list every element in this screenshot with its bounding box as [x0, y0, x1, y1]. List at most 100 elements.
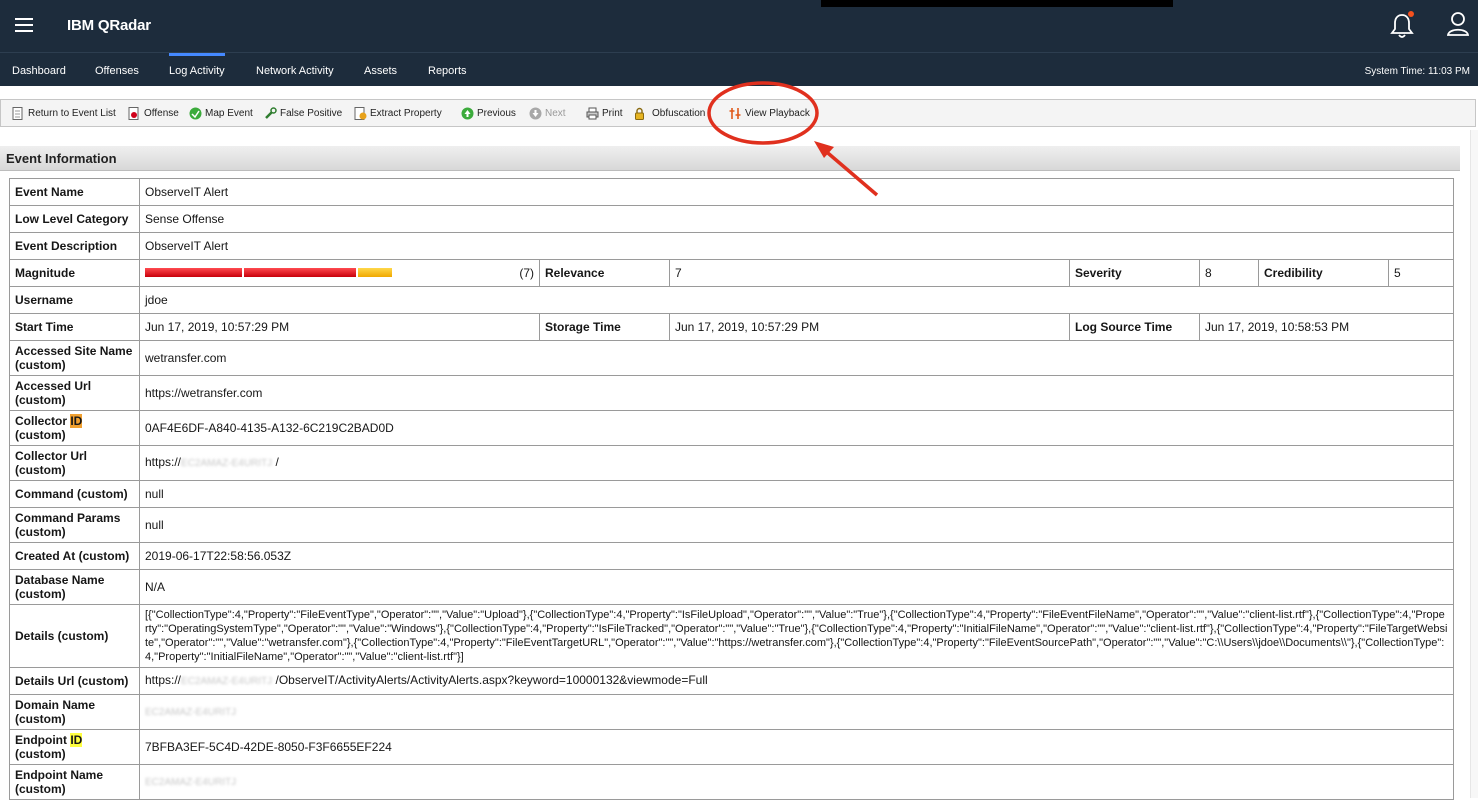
table-row: Start Time Jun 17, 2019, 10:57:29 PM Sto… — [9, 313, 1455, 341]
return-to-event-list-button[interactable]: Return to Event List — [12, 107, 116, 120]
collector-id-label-custom: (custom) — [15, 428, 66, 442]
user-profile-icon[interactable] — [1446, 10, 1470, 38]
offense-button[interactable]: Offense — [128, 107, 179, 120]
command-params-value: null — [138, 507, 1455, 543]
offense-label: Offense — [144, 108, 179, 119]
command-params-label: Command Params (custom) — [9, 507, 140, 543]
obfuscation-button[interactable]: Obfuscation — [633, 107, 705, 120]
collector-id-label: Collector ID (custom) — [9, 410, 140, 446]
collector-url-suffix: / — [272, 455, 279, 469]
playback-icon — [729, 107, 742, 120]
event-information-table: Event Name ObserveIT Alert Low Level Cat… — [9, 178, 1455, 800]
collector-url-label: Collector Url (custom) — [9, 445, 140, 481]
table-row: Low Level Category Sense Offense — [9, 205, 1455, 233]
false-positive-label: False Positive — [280, 108, 343, 119]
tab-reports[interactable]: Reports — [428, 65, 467, 77]
tab-assets[interactable]: Assets — [364, 65, 397, 77]
system-time: System Time: 11:03 PM — [1364, 66, 1470, 77]
arrow-down-icon — [529, 107, 542, 120]
accessed-url-label: Accessed Url (custom) — [9, 375, 140, 411]
map-event-icon — [189, 107, 202, 120]
wrench-icon — [264, 107, 277, 120]
table-row: Domain Name (custom) EC2AMAZ-E4URITJ — [9, 694, 1455, 730]
extract-property-button[interactable]: Extract Property — [354, 107, 442, 120]
domain-name-label: Domain Name (custom) — [9, 694, 140, 730]
database-name-value: N/A — [138, 569, 1455, 605]
table-row: Event Description ObserveIT Alert — [9, 232, 1455, 260]
previous-label: Previous — [477, 108, 516, 119]
endpoint-id-label-text: Endpoint — [15, 733, 71, 747]
details-url-cell: https://EC2AMAZ-E4URITJ /ObserveIT/Activ… — [138, 667, 1455, 695]
relevance-value: 7 — [669, 259, 1070, 287]
notifications-bell-icon[interactable] — [1390, 10, 1416, 40]
lock-icon — [633, 107, 646, 120]
details-url-suffix: /ObserveIT/ActivityAlerts/ActivityAlerts… — [272, 673, 708, 687]
created-at-value: 2019-06-17T22:58:56.053Z — [138, 542, 1455, 570]
magnitude-label: Magnitude — [9, 259, 140, 287]
app-title: IBM QRadar — [67, 17, 151, 34]
event-information-header: Event Information — [0, 146, 1460, 171]
event-description-label: Event Description — [9, 232, 140, 260]
endpoint-name-value: EC2AMAZ-E4URITJ — [138, 764, 1455, 800]
table-row: Created At (custom) 2019-06-17T22:58:56.… — [9, 542, 1455, 570]
vertical-scrollbar[interactable] — [1470, 130, 1478, 798]
event-description-value: ObserveIT Alert — [138, 232, 1455, 260]
created-at-label: Created At (custom) — [9, 542, 140, 570]
domain-name-value: EC2AMAZ-E4URITJ — [138, 694, 1455, 730]
table-row: Collector ID (custom) 0AF4E6DF-A840-4135-… — [9, 410, 1455, 446]
map-event-button[interactable]: Map Event — [189, 107, 253, 120]
redacted-host: EC2AMAZ-E4URITJ — [145, 777, 237, 788]
search-highlight: ID — [70, 414, 83, 428]
next-label: Next — [545, 108, 566, 119]
table-row: Username jdoe — [9, 286, 1455, 314]
tab-network-activity[interactable]: Network Activity — [256, 65, 334, 77]
offense-icon — [128, 107, 141, 120]
details-label: Details (custom) — [9, 604, 140, 668]
details-url-label: Details Url (custom) — [9, 667, 140, 695]
tab-log-activity[interactable]: Log Activity — [169, 53, 225, 77]
map-event-label: Map Event — [205, 108, 253, 119]
obfuscation-label: Obfuscation — [652, 108, 706, 119]
table-row: Endpoint Name (custom) EC2AMAZ-E4URITJ — [9, 764, 1455, 800]
credibility-value: 5 — [1387, 259, 1455, 287]
print-label: Print — [602, 108, 623, 119]
low-level-category-value: Sense Offense — [138, 205, 1455, 233]
section-title: Event Information — [6, 151, 117, 166]
document-icon — [12, 107, 25, 120]
previous-button[interactable]: Previous — [461, 107, 516, 120]
tab-offenses[interactable]: Offenses — [95, 65, 139, 77]
false-positive-button[interactable]: False Positive — [264, 107, 342, 120]
search-highlight: ID — [70, 733, 83, 747]
command-label: Command (custom) — [9, 480, 140, 508]
severity-label: Severity — [1069, 259, 1200, 287]
table-row: Event Name ObserveIT Alert — [9, 178, 1455, 206]
relevance-label: Relevance — [539, 259, 670, 287]
next-button[interactable]: Next — [529, 107, 566, 120]
accessed-url-value: https://wetransfer.com — [138, 375, 1455, 411]
view-playback-label: View Playback — [745, 108, 810, 119]
table-row: Database Name (custom) N/A — [9, 569, 1455, 605]
endpoint-name-label: Endpoint Name (custom) — [9, 764, 140, 800]
view-playback-button[interactable]: View Playback — [729, 107, 810, 120]
collector-url-cell: https://EC2AMAZ-E4URITJ / — [138, 445, 1455, 481]
command-value: null — [138, 480, 1455, 508]
table-row: Endpoint ID (custom) 7BFBA3EF-5C4D-42DE-8… — [9, 729, 1455, 765]
magnitude-bar-segment — [145, 268, 242, 277]
collector-id-value: 0AF4E6DF-A840-4135-A132-6C219C2BAD0D — [138, 410, 1455, 446]
collector-id-label-text: Collector — [15, 414, 71, 428]
event-name-value: ObserveIT Alert — [138, 178, 1455, 206]
print-button[interactable]: Print — [586, 107, 623, 120]
endpoint-id-value: 7BFBA3EF-5C4D-42DE-8050-F3F6655EF224 — [138, 729, 1455, 765]
redacted-host: EC2AMAZ-E4URITJ — [145, 707, 237, 718]
username-label: Username — [9, 286, 140, 314]
main-nav: Dashboard Offenses Log Activity Network … — [0, 52, 1478, 86]
tab-dashboard[interactable]: Dashboard — [12, 65, 66, 77]
magnitude-value: (7) — [519, 266, 534, 280]
table-row: Command (custom) null — [9, 480, 1455, 508]
hamburger-menu-icon[interactable] — [15, 18, 33, 32]
event-toolbar: Return to Event List Offense Map Event F… — [0, 99, 1476, 127]
table-row: Details Url (custom) https://EC2AMAZ-E4U… — [9, 667, 1455, 695]
table-row: Accessed Site Name (custom) wetransfer.c… — [9, 340, 1455, 376]
table-row: Accessed Url (custom) https://wetransfer… — [9, 375, 1455, 411]
magnitude-bar-segment — [358, 268, 392, 277]
